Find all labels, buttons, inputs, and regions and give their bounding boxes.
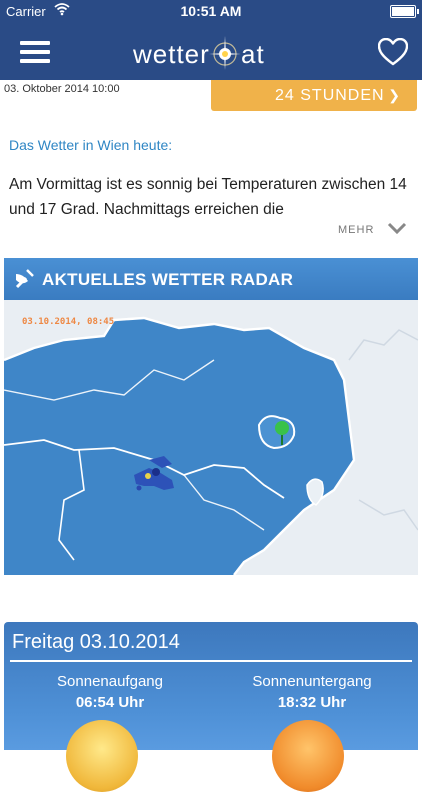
24-hours-button[interactable]: 24 STUNDEN ❯ [211,80,417,111]
radar-timestamp: 03.10.2014, 08:45 [22,317,115,327]
sunset-block: Sonnenuntergang 18:32 Uhr [222,673,402,711]
sunset-label: Sonnenuntergang [252,673,372,690]
logo-sun-icon [209,36,241,70]
heart-icon[interactable] [378,38,408,66]
sunset-time: 18:32 Uhr [277,694,347,711]
battery-icon [390,5,419,18]
more-button[interactable]: MEHR [338,224,374,236]
forecast-date-line: 03. Oktober 2014 10:00 [4,83,120,95]
status-time: 10:51 AM [180,3,242,19]
sunrise-time: 06:54 Uhr [75,694,145,711]
radar-map[interactable]: 03.10.2014, 08:45 [4,300,418,575]
forecast-panel: Freitag 03.10.2014 Sonnenaufgang 06:54 U… [4,622,418,792]
logo-text-right: at [241,39,265,69]
logo-text-left: wetter [133,39,210,69]
weather-description: Am Vormittag ist es sonnig bei Temperatu… [9,176,407,218]
radar-map-image [4,300,418,575]
menu-icon[interactable] [20,41,50,63]
status-bar: Carrier 10:51 AM [0,0,422,22]
forecast-divider [10,660,412,662]
sunset-sun-icon [272,720,344,792]
radar-title: AKTUELLES WETTER RADAR [42,270,294,289]
radar-icon [15,269,34,289]
weather-heading: Das Wetter in Wien heute: [9,137,173,153]
chevron-right-icon: ❯ [388,87,401,103]
nav-bar: wetter at [0,22,422,80]
sunrise-block: Sonnenaufgang 06:54 Uhr [20,673,200,711]
radar-header[interactable]: AKTUELLES WETTER RADAR [4,258,418,300]
forecast-day: Freitag 03.10.2014 [12,631,180,653]
sunrise-label: Sonnenaufgang [57,673,163,690]
24-hours-label: 24 STUNDEN [275,87,385,104]
app-logo: wetter at [133,32,289,72]
sunrise-sun-icon [66,720,138,792]
chevron-down-icon[interactable] [386,220,408,236]
